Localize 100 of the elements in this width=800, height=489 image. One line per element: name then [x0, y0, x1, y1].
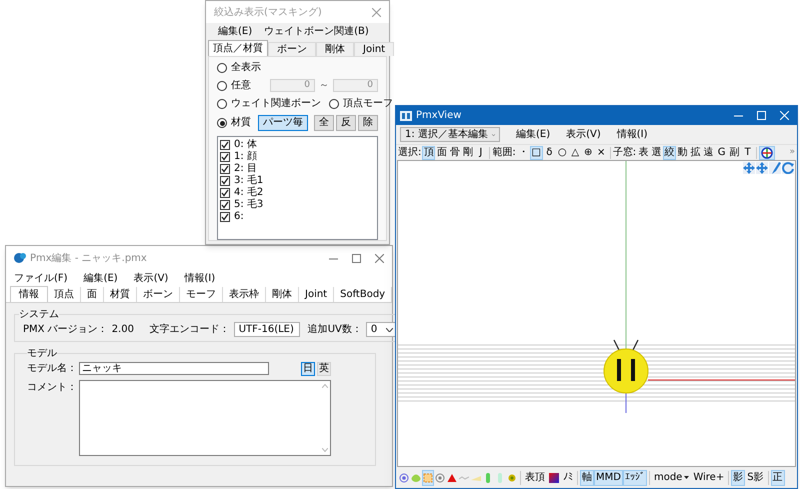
checkbox[interactable]: 0: 体: [220, 139, 375, 151]
language-button[interactable]: 日: [301, 362, 315, 376]
toolbar-button[interactable]: δ: [542, 146, 556, 160]
group-title: システム: [19, 308, 59, 322]
toolbar-button[interactable]: ○: [556, 146, 569, 160]
toolbar-button[interactable]: 頂: [422, 146, 436, 160]
toggle-button[interactable]: 正: [770, 470, 785, 486]
tab[interactable]: ボーン: [268, 42, 316, 56]
toolbar-button[interactable]: 絞: [663, 146, 676, 160]
toolbar-button[interactable]: G: [715, 146, 728, 160]
field-label: 追加UV数：: [308, 322, 362, 337]
close-icon: [372, 8, 381, 16]
chevron-up-icon: [322, 384, 328, 388]
toggle-button[interactable]: 表頂: [523, 470, 547, 486]
menu-item[interactable]: 編集(E): [218, 24, 252, 39]
range-separator: ～: [319, 79, 329, 93]
checkbox[interactable]: 5: 毛3: [220, 199, 375, 211]
window-title: Pmx編集 - ニャッキ.pmx: [30, 252, 147, 266]
toggle-button[interactable]: ｴｯｼﾞ: [622, 470, 647, 486]
globe-button[interactable]: [759, 146, 776, 160]
toggle-button[interactable]: [422, 470, 434, 486]
toolbar-button[interactable]: 剛: [461, 146, 474, 160]
toolbar-button[interactable]: △: [568, 146, 582, 160]
toolbar-button[interactable]: J: [474, 146, 488, 160]
dashed-square-icon: [423, 472, 433, 482]
character-drawing: [604, 339, 648, 394]
toolbar-button[interactable]: 面: [435, 146, 448, 160]
toggle-button[interactable]: 影: [731, 470, 746, 486]
tab[interactable]: Joint: [354, 42, 394, 56]
radio-button[interactable]: 任意: [217, 80, 266, 92]
close-icon: [375, 254, 384, 262]
toolbar-button[interactable]: ⊕: [582, 146, 595, 160]
toolbar-button[interactable]: 表: [637, 146, 650, 160]
maximize-icon: [757, 111, 766, 120]
tab[interactable]: 頂点／材質: [208, 40, 268, 56]
toggle-button[interactable]: S影: [745, 470, 766, 486]
group-title: モデル: [27, 347, 57, 361]
dropdown[interactable]: 0: [366, 322, 398, 337]
close-button[interactable]: [372, 8, 381, 16]
menu-item[interactable]: ウェイトボーン関連(B): [264, 24, 369, 39]
toolbar-button[interactable]: ×: [594, 146, 608, 160]
menu-item[interactable]: 表示(V): [566, 127, 601, 142]
toolbar-label: 範囲:: [492, 146, 516, 160]
mode-dropdown[interactable]: 1: 選択／基本編集: [400, 127, 500, 142]
color-swatch-icon: [549, 472, 559, 482]
checkbox[interactable]: 1: 顔: [220, 151, 375, 163]
toggle-button[interactable]: MMD: [594, 470, 623, 486]
toolbar-button[interactable]: 遠: [702, 146, 716, 160]
toolbar-button[interactable]: 選: [650, 146, 664, 160]
field-label: 文字エンコード：: [150, 322, 230, 337]
toolbar-button[interactable]: 拡: [689, 146, 702, 160]
target-icon: [399, 472, 409, 482]
field-label: コメント：: [27, 381, 75, 395]
tab[interactable]: 剛体: [316, 42, 354, 56]
toolbar-button[interactable]: 動: [676, 146, 690, 160]
name-field[interactable]: ニャッキ: [79, 362, 269, 375]
toolbar-button[interactable]: 副: [728, 146, 742, 160]
toolbar-button[interactable]: □: [530, 146, 543, 160]
menu-item[interactable]: ファイル(F): [14, 271, 68, 286]
menu-item[interactable]: 編集(E): [84, 271, 118, 286]
radio-button[interactable]: ウェイト関連ボーン: [217, 98, 321, 110]
toolbar-button[interactable]: T: [741, 146, 754, 160]
checkbox[interactable]: 4: 毛2: [220, 187, 375, 199]
field-label: モデル名：: [27, 362, 75, 376]
mode-dropdown[interactable]: mode: [652, 470, 692, 486]
checkbox[interactable]: 2: 目: [220, 163, 375, 175]
toolbar-button[interactable]: ・: [516, 146, 530, 160]
toggle-button[interactable]: 除: [358, 115, 378, 131]
chevron-down-icon: [322, 448, 328, 452]
move-icon[interactable]: [756, 162, 768, 174]
tab[interactable]: 情報: [10, 286, 48, 302]
toggle-button[interactable]: 反: [336, 115, 356, 131]
toggle-button[interactable]: パーツ毎: [258, 115, 308, 131]
radio-button[interactable]: 全表示: [217, 62, 261, 74]
checkbox[interactable]: 3: 毛1: [220, 175, 375, 187]
language-button[interactable]: 英: [317, 362, 331, 376]
menu-item[interactable]: 表示(V): [134, 271, 168, 286]
rotate-icon[interactable]: [782, 162, 794, 174]
circle-dot-icon: [435, 472, 445, 482]
menu-item[interactable]: 情報(I): [616, 127, 648, 142]
toggle-button[interactable]: 全: [314, 115, 334, 131]
checkbox[interactable]: 6:: [220, 211, 375, 223]
menu-item[interactable]: 編集(E): [516, 127, 550, 142]
move-icon[interactable]: [743, 162, 755, 174]
toggle-button[interactable]: Wire+: [691, 470, 726, 486]
caret-icon: [492, 132, 495, 136]
toggle-button[interactable]: 軸: [580, 470, 594, 486]
maximize-button[interactable]: [352, 254, 361, 262]
pen-icon[interactable]: [769, 162, 781, 174]
comment-field[interactable]: [79, 380, 331, 456]
dropdown[interactable]: UTF-16(LE): [234, 322, 300, 337]
close-icon: [780, 111, 789, 120]
close-button[interactable]: [375, 254, 384, 262]
toolbar-label: 選択:: [398, 146, 422, 160]
toggle-button[interactable]: ﾉﾐ: [561, 470, 575, 486]
radio-button[interactable]: 頂点モーフ: [329, 98, 393, 110]
radio-button[interactable]: 材質: [217, 117, 256, 129]
menu-item[interactable]: 情報(I): [184, 271, 216, 286]
toolbar-label: 子窓:: [612, 146, 636, 160]
toolbar-button[interactable]: 骨: [448, 146, 462, 160]
